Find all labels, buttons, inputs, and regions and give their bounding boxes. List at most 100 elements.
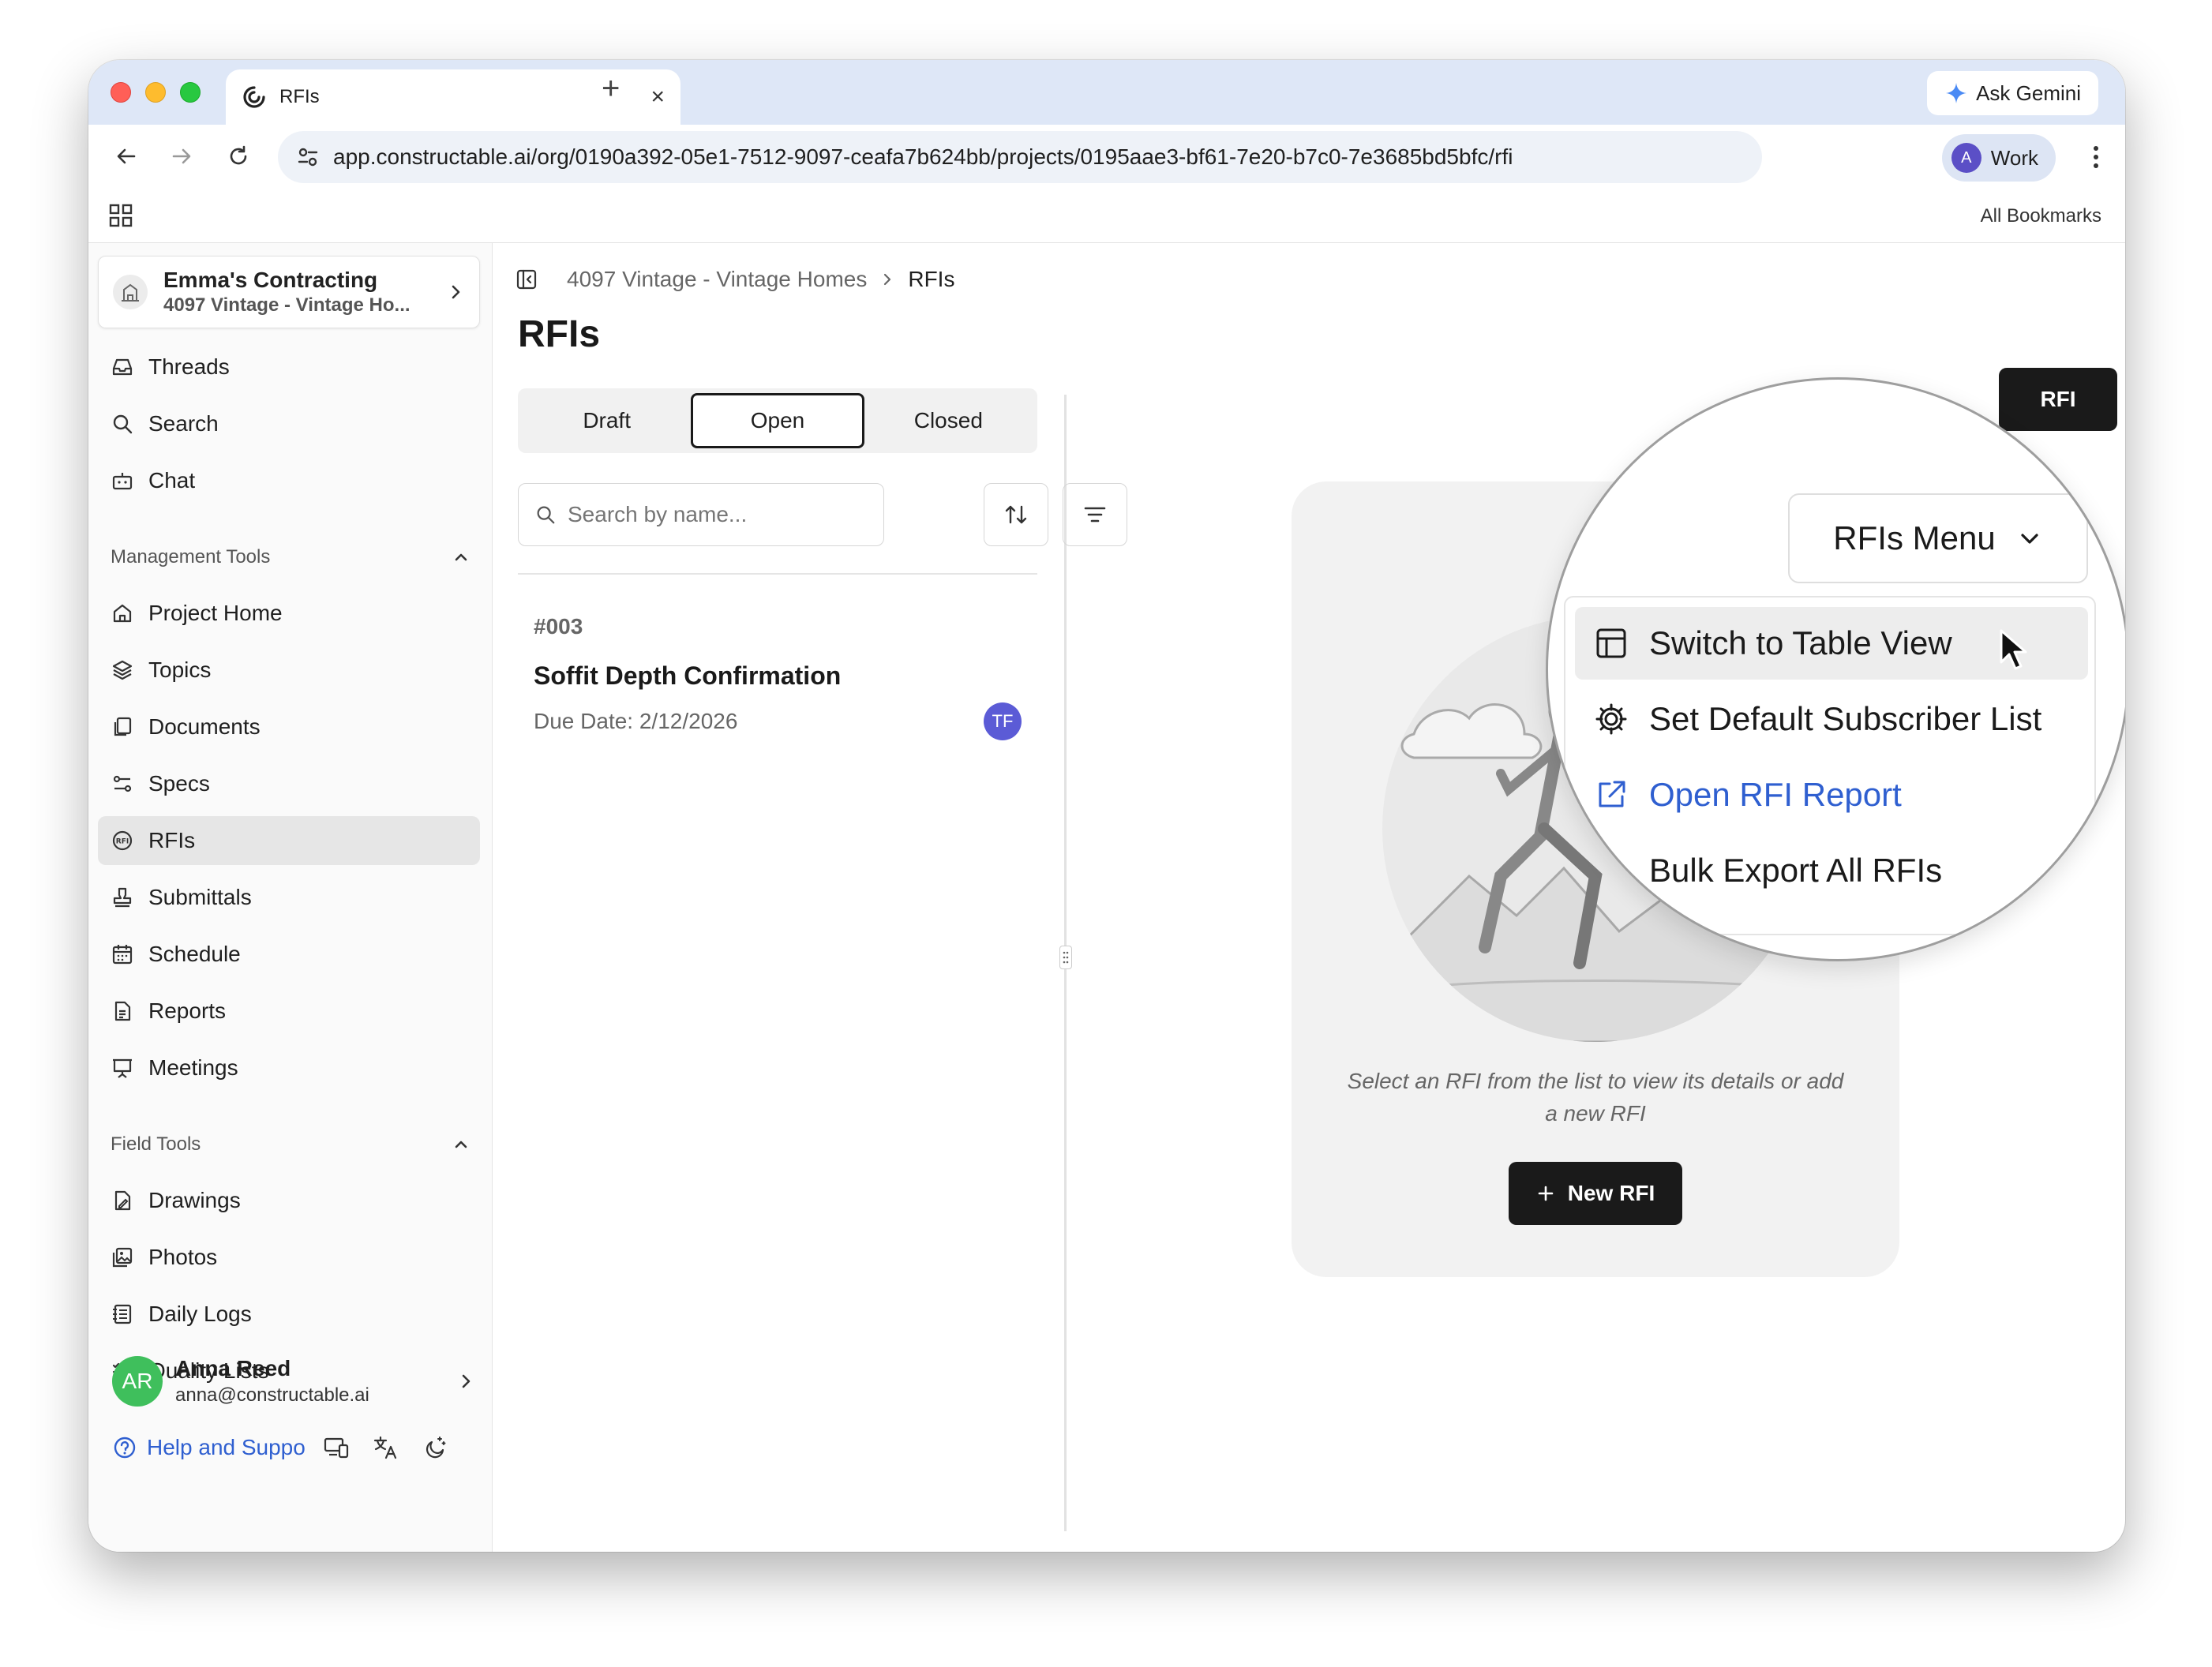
user-email: anna@constructable.ai [175,1384,369,1406]
grip-icon [1063,951,1069,964]
devices-icon[interactable] [323,1434,350,1461]
maximize-window-button[interactable] [180,82,201,103]
documents-icon [114,717,132,736]
menu-item-open-rfi-report[interactable]: Open RFI Report [1575,759,2088,831]
chevron-up-icon [455,1141,467,1148]
org-logo-icon [122,283,139,302]
sidebar-item-documents[interactable]: Documents [98,702,480,751]
sort-arrows-icon [1005,505,1027,524]
menu-item-label: Set Default Subscriber List [1649,700,2042,737]
breadcrumb-project[interactable]: 4097 Vintage - Vintage Homes [567,267,867,292]
section-title: Management Tools [111,546,271,568]
sidebar-item-label: Documents [148,714,261,739]
rfi-due-date: Due Date: 2/12/2026 [534,709,738,733]
menu-item-set-default-subscriber-list[interactable]: Set Default Subscriber List [1575,683,2088,755]
new-tab-button[interactable]: + [602,73,620,104]
address-bar[interactable]: app.constructable.ai/org/0190a392-05e1-7… [278,131,1762,183]
chevron-up-icon [455,553,467,561]
search-input[interactable] [568,502,868,527]
apps-grid-icon[interactable] [109,204,133,227]
menu-item-bulk-export[interactable]: Bulk Export All RFIs [1575,834,2088,907]
org-name: Emma's Contracting [163,268,378,292]
all-bookmarks-button[interactable]: All Bookmarks [1981,205,2101,227]
zoom-magnifier: RFIs Menu Switch to Table View Set Defau… [1546,377,2125,961]
all-bookmarks-label: All Bookmarks [1980,205,2101,227]
sidebar-item-submittals[interactable]: Submittals [98,873,480,922]
specs-icon [113,775,132,792]
rfis-menu-label: RFIs Menu [1833,519,1996,556]
empty-state-text: Select an RFI from the list to view its … [1347,1069,1844,1126]
sidebar-item-label: Search [148,411,219,436]
minimize-window-button[interactable] [145,82,166,103]
header-new-rfi-label: RFI [2040,387,2076,411]
new-rfi-button[interactable]: New RFI [1509,1162,1682,1225]
browser-menu-icon[interactable] [2092,145,2100,173]
sidebar-item-label: Project Home [148,601,283,625]
sidebar-item-label: Threads [148,354,230,379]
sort-button[interactable] [984,483,1048,546]
close-tab-icon[interactable]: × [650,85,665,109]
photos-icon [112,1247,133,1268]
sidebar-item-meetings[interactable]: Meetings [98,1043,480,1092]
ask-gemini-button[interactable]: Ask Gemini [1927,71,2098,115]
sidebar-item-label: Meetings [148,1055,238,1080]
url-text: app.constructable.ai/org/0190a392-05e1-7… [333,144,1513,169]
search-icon [113,414,133,434]
close-window-button[interactable] [111,82,131,103]
sidebar-item-schedule[interactable]: Schedule [98,930,480,979]
header-new-rfi-button[interactable]: RFI [1999,368,2117,431]
rfis-menu-button[interactable]: RFIs Menu [1788,493,2088,583]
layers-icon [112,660,133,680]
ask-gemini-label: Ask Gemini [1976,81,2081,105]
search-field[interactable] [518,483,884,546]
translate-icon[interactable] [372,1434,399,1461]
sidebar-item-photos[interactable]: Photos [98,1233,480,1282]
browser-window: RFIs × + Ask Gemini app.constructable.ai [88,60,2125,1552]
tab-strip: RFIs × + Ask Gemini [88,60,2125,125]
reload-button[interactable] [221,139,256,174]
sidebar-item-project-home[interactable]: Project Home [98,589,480,638]
help-and-support-link[interactable]: Help and Suppo [112,1435,306,1460]
org-switcher[interactable]: Emma's Contracting 4097 Vintage - Vintag… [98,256,480,328]
help-label: Help and Suppo [147,1435,306,1459]
rfi-title: Soffit Depth Confirmation [534,661,842,690]
rfi-list-item[interactable]: #003 Soffit Depth Confirmation Due Date:… [518,590,1037,740]
sidebar-item-rfis[interactable]: RFI RFIs [98,816,480,865]
section-title: Field Tools [111,1133,201,1155]
notebook-icon [113,1304,132,1324]
forward-button[interactable] [164,139,199,174]
breadcrumb-current: RFIs [908,267,955,291]
chevron-right-icon [462,1374,471,1388]
sidebar-item-search[interactable]: Search [98,399,480,448]
sidebar-item-daily-logs[interactable]: Daily Logs [98,1290,480,1339]
field-tools-header[interactable]: Field Tools [111,1133,471,1156]
tab-open[interactable]: Open [691,393,864,448]
user-profile-row[interactable]: AR Anna Reed anna@constructable.ai [112,1350,475,1413]
back-button[interactable] [109,139,144,174]
resize-handle[interactable] [1059,946,1072,969]
management-tools-header[interactable]: Management Tools [111,546,471,568]
help-circle-icon [114,1437,136,1459]
sidebar-toggle-icon[interactable] [515,268,538,291]
theme-toggle-icon[interactable] [421,1434,448,1461]
menu-item-label: Open RFI Report [1649,776,1902,813]
sidebar-item-drawings[interactable]: Drawings [98,1176,480,1225]
inbox-icon [112,358,133,376]
profile-label: Work [1990,145,2038,170]
org-project: 4097 Vintage - Vintage Ho... [163,294,411,316]
svg-text:RFI: RFI [116,838,129,846]
sidebar-item-specs[interactable]: Specs [98,759,480,808]
tab-draft[interactable]: Draft [523,393,691,448]
sidebar-item-threads[interactable]: Threads [98,343,480,391]
arrow-left-icon [117,148,136,164]
profile-button[interactable]: A Work [1941,134,2056,182]
external-link-icon [1599,781,1625,807]
sidebar-item-reports[interactable]: Reports [98,987,480,1036]
sidebar-item-topics[interactable]: Topics [98,646,480,695]
home-icon [113,604,132,623]
tab-closed[interactable]: Closed [864,393,1033,448]
filter-button[interactable] [1063,483,1127,546]
sidebar-item-chat[interactable]: Chat [98,456,480,505]
user-avatar: AR [112,1356,163,1407]
sidebar-item-label: RFIs [148,828,196,852]
